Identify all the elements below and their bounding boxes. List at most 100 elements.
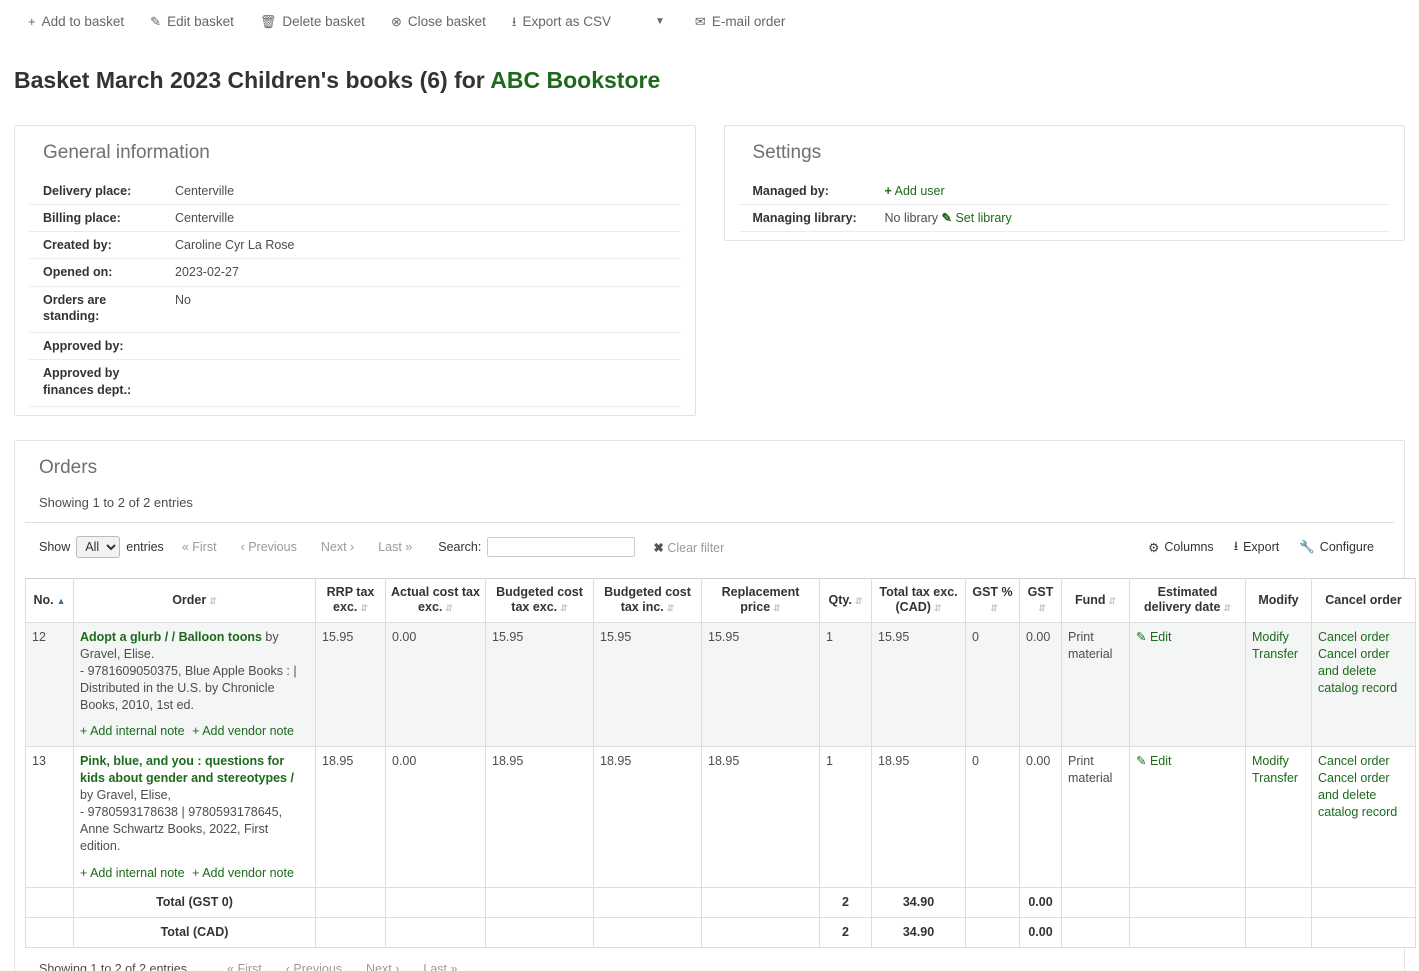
fund: Print material — [1062, 623, 1130, 747]
totals-empty — [1062, 888, 1130, 918]
table-row: 12 Adopt a glurb / / Balloon toons by Gr… — [26, 623, 1416, 747]
order-biblio-cell: Adopt a glurb / / Balloon toons by Grave… — [74, 623, 316, 747]
transfer-link[interactable]: Transfer — [1252, 646, 1305, 663]
column-header-no[interactable]: No.▲ — [26, 578, 74, 622]
totals-empty — [594, 888, 702, 918]
delete-basket-button[interactable]: 🗑 Delete basket — [260, 10, 379, 33]
email-order-button[interactable]: ✉ E-mail order — [695, 10, 799, 33]
add-internal-note-link[interactable]: + Add internal note — [80, 866, 185, 880]
pencil-icon: ✎ — [1136, 754, 1146, 768]
managing-library-label: Managing library: — [739, 204, 879, 231]
cancel-order-delete-record-link[interactable]: Cancel order and delete catalog record — [1318, 770, 1409, 821]
pager-first-bottom[interactable]: « First — [215, 962, 274, 971]
download-icon: ⭳ — [1234, 537, 1238, 558]
modify-link[interactable]: Modify — [1252, 629, 1305, 646]
totals-empty — [386, 888, 486, 918]
search-input[interactable] — [487, 537, 635, 557]
orders-table-header-row: No.▲ Order⇵ RRP tax exc.⇵ Actual cost ta… — [26, 578, 1416, 622]
close-basket-button[interactable]: ⊗ Close basket — [391, 10, 500, 33]
column-header-budgeted-cost-tax-inc[interactable]: Budgeted cost tax inc.⇵ — [594, 578, 702, 622]
qty: 1 — [820, 623, 872, 747]
created-by-value: Caroline Cyr La Rose — [169, 232, 681, 259]
pager-previous-top[interactable]: ‹ Previous — [229, 540, 309, 554]
biblio-title-link[interactable]: Pink, blue, and you : questions for kids… — [80, 754, 294, 785]
budgeted-cost-tax-exc: 18.95 — [486, 747, 594, 888]
pager-last-top[interactable]: Last » — [366, 540, 424, 554]
pager-first-top[interactable]: « First — [170, 540, 229, 554]
biblio-title-link[interactable]: Adopt a glurb / / Balloon toons — [80, 630, 262, 644]
totals-empty — [316, 888, 386, 918]
totals-row-cad: Total (CAD) 2 34.90 0.00 — [26, 918, 1416, 948]
orders-table: No.▲ Order⇵ RRP tax exc.⇵ Actual cost ta… — [25, 578, 1416, 948]
column-header-replacement-price[interactable]: Replacement price⇵ — [702, 578, 820, 622]
table-row: Orders are standing: No — [29, 286, 681, 333]
total-tax-exc: 18.95 — [872, 747, 966, 888]
export-as-csv-button[interactable]: ⭳ Export as CSV — [512, 10, 625, 33]
add-vendor-note-link[interactable]: + Add vendor note — [192, 866, 294, 880]
edit-delivery-date-link[interactable]: ✎ Edit — [1136, 630, 1172, 644]
sort-icon: ⇵ — [1038, 604, 1046, 613]
gst-percent: 0 — [966, 747, 1020, 888]
pager-previous-bottom[interactable]: ‹ Previous — [274, 962, 354, 971]
page-length-select[interactable]: All — [76, 536, 120, 558]
download-icon: ⭳ — [512, 15, 517, 28]
add-internal-note-link[interactable]: + Add internal note — [80, 724, 185, 738]
wrench-icon: 🔧 — [1299, 540, 1315, 555]
opened-on-label: Opened on: — [29, 259, 169, 286]
column-header-gst[interactable]: GST⇵ — [1020, 578, 1062, 622]
approved-by-value — [169, 333, 681, 360]
managing-library-value: No library ✎ Set library — [879, 204, 1391, 231]
set-library-button[interactable]: ✎ Set library — [941, 211, 1011, 225]
column-header-total-tax-exc[interactable]: Total tax exc. (CAD)⇵ — [872, 578, 966, 622]
sort-icon: ⇵ — [667, 604, 675, 613]
transfer-link[interactable]: Transfer — [1252, 770, 1305, 787]
order-no: 12 — [26, 623, 74, 747]
columns-button[interactable]: ⚙ Columns — [1140, 538, 1222, 557]
pager-next-top[interactable]: Next › — [309, 540, 366, 554]
column-header-qty[interactable]: Qty.⇵ — [820, 578, 872, 622]
column-header-cancel-order: Cancel order — [1312, 578, 1416, 622]
configure-button[interactable]: 🔧 Configure — [1291, 538, 1382, 557]
totals-empty — [1312, 888, 1416, 918]
edit-basket-button[interactable]: ✎ Edit basket — [150, 10, 248, 33]
export-dropdown-toggle[interactable]: ▼ — [637, 12, 683, 31]
sort-icon: ⇵ — [773, 604, 781, 613]
column-header-fund[interactable]: Fund⇵ — [1062, 578, 1130, 622]
modify-link[interactable]: Modify — [1252, 753, 1305, 770]
delete-basket-label: Delete basket — [282, 14, 365, 29]
column-header-rrp-tax-exc[interactable]: RRP tax exc.⇵ — [316, 578, 386, 622]
approved-by-finances-value — [169, 360, 681, 407]
add-to-basket-button[interactable]: + Add to basket — [28, 10, 138, 33]
edit-delivery-date-link[interactable]: ✎ Edit — [1136, 754, 1172, 768]
chevron-down-icon: ▼ — [655, 16, 665, 27]
totals-empty — [486, 888, 594, 918]
add-user-button[interactable]: + Add user — [885, 184, 945, 198]
column-header-gst-percent[interactable]: GST %⇵ — [966, 578, 1020, 622]
cancel-order-link[interactable]: Cancel order — [1318, 753, 1409, 770]
column-header-estimated-delivery-date[interactable]: Estimated delivery date⇵ — [1130, 578, 1246, 622]
cancel-order-delete-record-link[interactable]: Cancel order and delete catalog record — [1318, 646, 1409, 697]
gst: 0.00 — [1020, 747, 1062, 888]
envelope-icon: ✉ — [695, 15, 706, 28]
vendor-link[interactable]: ABC Bookstore — [490, 67, 660, 93]
totals-total-tax-exc: 34.90 — [872, 918, 966, 948]
entries-label: entries — [126, 540, 164, 554]
delivery-place-value: Centerville — [169, 178, 681, 205]
budgeted-cost-tax-inc: 18.95 — [594, 747, 702, 888]
pager-last-bottom[interactable]: Last » — [411, 962, 469, 971]
column-header-actual-cost-tax-exc[interactable]: Actual cost tax exc.⇵ — [386, 578, 486, 622]
totals-gst: 0.00 — [1020, 888, 1062, 918]
cancel-order-link[interactable]: Cancel order — [1318, 629, 1409, 646]
rrp-tax-exc: 18.95 — [316, 747, 386, 888]
table-row: Managed by: + Add user — [739, 178, 1391, 205]
column-header-order[interactable]: Order⇵ — [74, 578, 316, 622]
add-vendor-note-link[interactable]: + Add vendor note — [192, 724, 294, 738]
export-button[interactable]: ⭳ Export — [1226, 535, 1288, 560]
settings-heading: Settings — [753, 142, 1391, 164]
totals-empty — [702, 918, 820, 948]
sort-icon: ⇵ — [1109, 597, 1117, 606]
clear-filter-button[interactable]: ✖ Clear filter — [653, 540, 724, 555]
sort-asc-icon: ▲ — [57, 597, 66, 606]
pager-next-bottom[interactable]: Next › — [354, 962, 411, 971]
column-header-budgeted-cost-tax-exc[interactable]: Budgeted cost tax exc.⇵ — [486, 578, 594, 622]
